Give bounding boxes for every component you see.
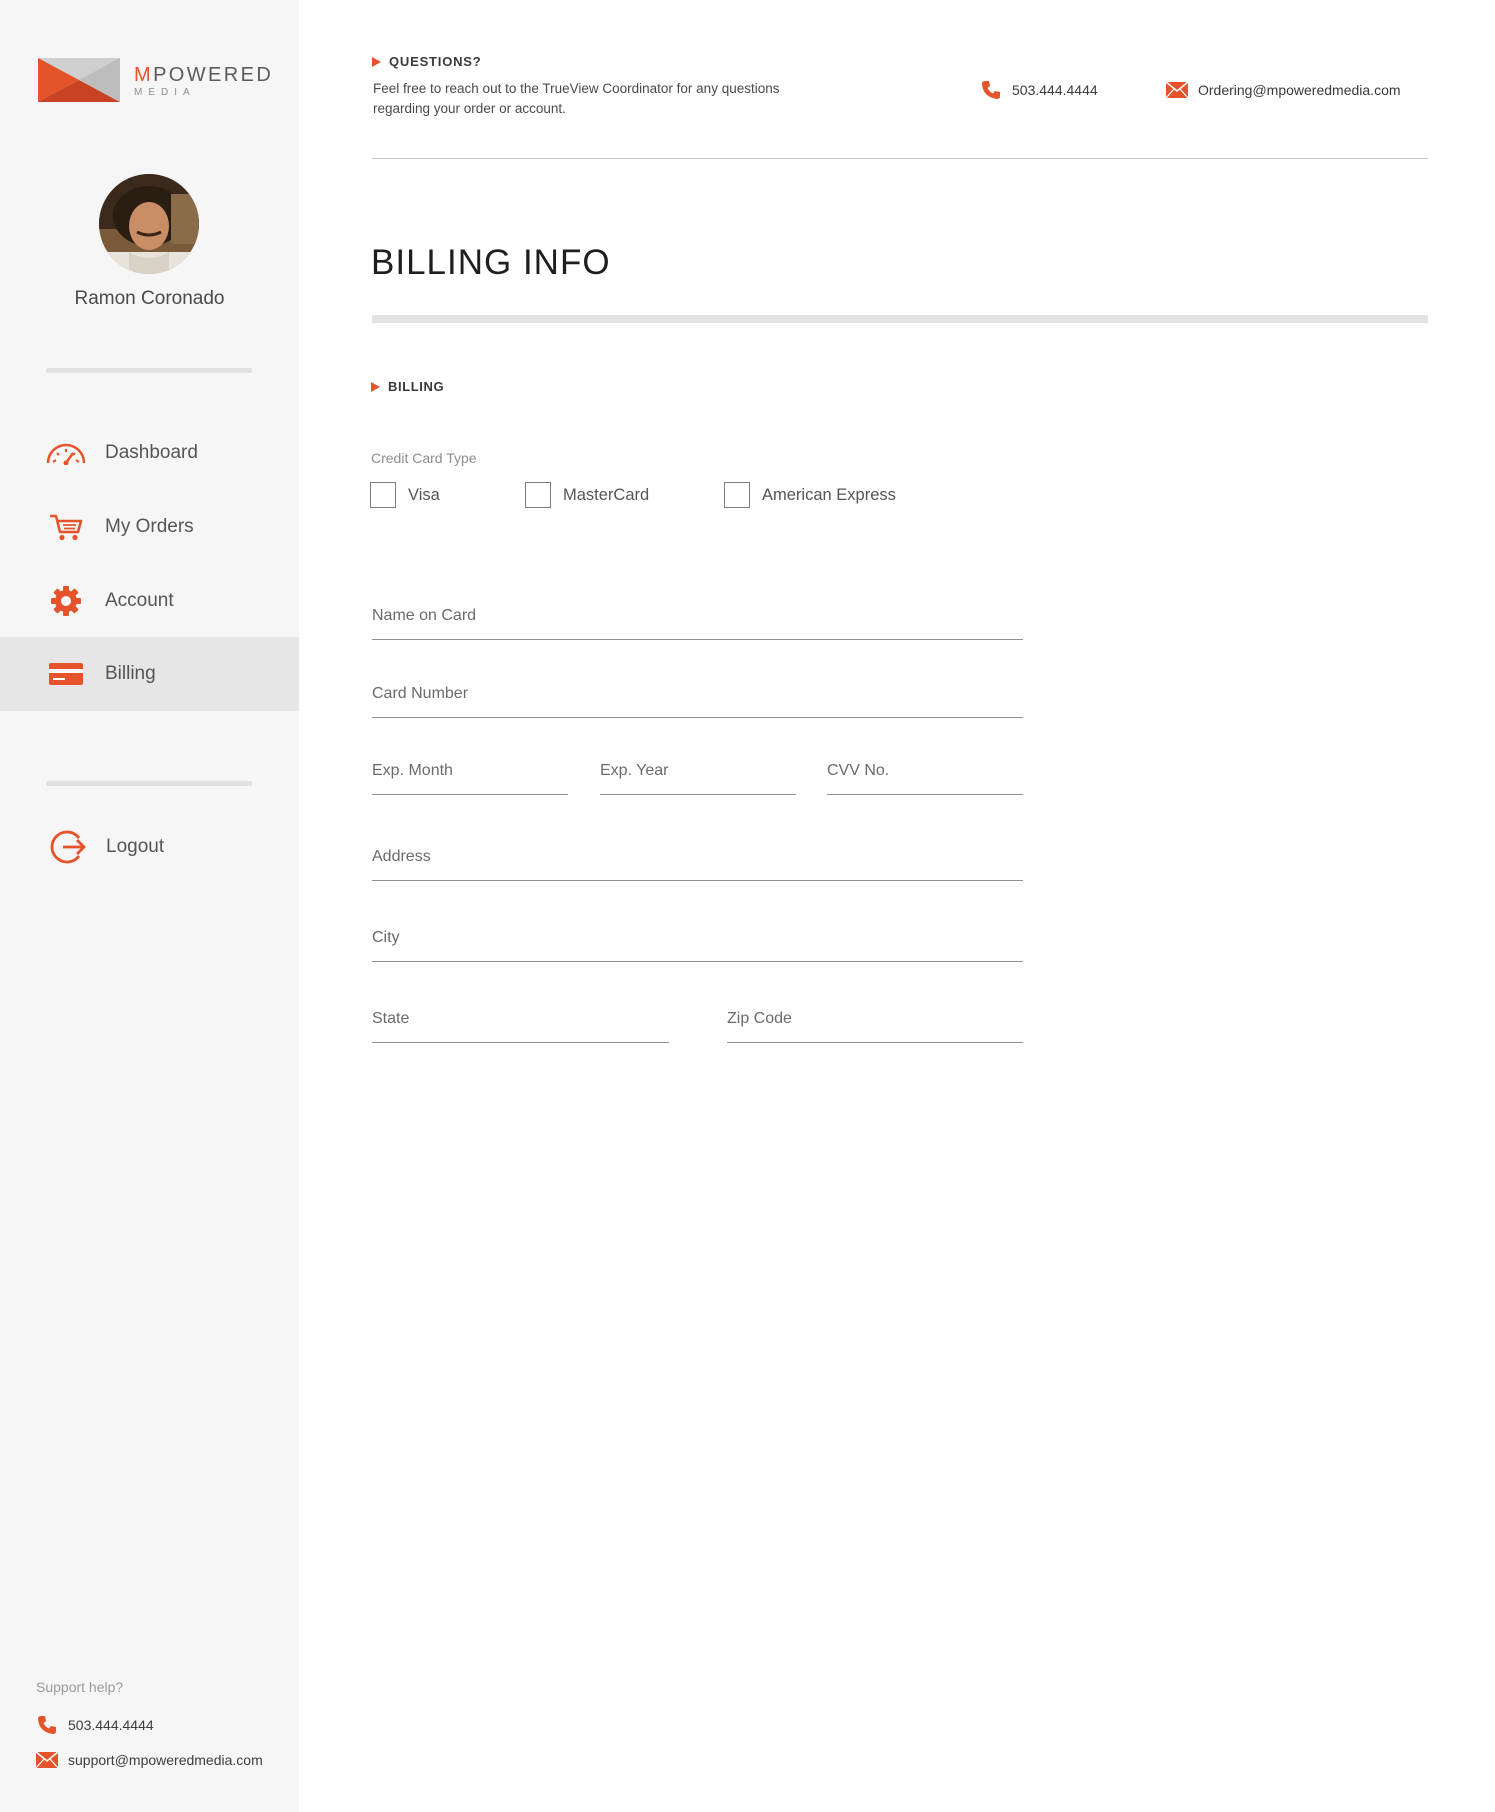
- checkbox-mastercard[interactable]: MasterCard: [525, 482, 649, 508]
- checkbox-visa[interactable]: Visa: [370, 482, 440, 508]
- support-phone-text: 503.444.4444: [68, 1717, 154, 1733]
- header-phone[interactable]: 503.444.4444: [980, 80, 1098, 100]
- address-field[interactable]: [372, 837, 1023, 881]
- sidebar-divider: [46, 368, 252, 373]
- checkbox-label: American Express: [762, 485, 896, 504]
- page-title: BILLING INFO: [371, 243, 611, 282]
- logout-icon: [46, 830, 90, 864]
- questions-text: Feel free to reach out to the TrueView C…: [373, 81, 780, 116]
- sidebar-divider: [46, 781, 252, 786]
- state-input[interactable]: [372, 1010, 669, 1028]
- sidebar-item-account[interactable]: Account: [0, 564, 299, 638]
- header-email-text: Ordering@mpoweredmedia.com: [1198, 82, 1401, 98]
- user-photo: [99, 174, 199, 274]
- city-field[interactable]: [372, 918, 1023, 962]
- support-email-text: support@mpoweredmedia.com: [68, 1752, 263, 1768]
- address-input[interactable]: [372, 848, 1023, 866]
- checkbox-box[interactable]: [724, 482, 750, 508]
- logout-label: Logout: [106, 836, 165, 857]
- card-type-label: Credit Card Type: [371, 450, 477, 466]
- brand-subtitle: MEDIA: [134, 87, 196, 98]
- sidebar-item-billing[interactable]: Billing: [0, 637, 299, 711]
- checkbox-box[interactable]: [370, 482, 396, 508]
- brand-name: MPOWERED: [134, 64, 274, 86]
- state-field[interactable]: [372, 999, 669, 1043]
- credit-card-icon: [44, 659, 88, 689]
- card-number-input[interactable]: [372, 685, 1023, 703]
- header-phone-text: 503.444.4444: [1012, 82, 1098, 98]
- sidebar-item-label: Dashboard: [105, 442, 198, 463]
- sidebar: MPOWERED MEDIA Ramon Coronado Dashboard: [0, 0, 299, 1812]
- exp-year-input[interactable]: [600, 762, 796, 780]
- logo-mark-icon: [38, 58, 120, 102]
- user-name: Ramon Coronado: [74, 288, 225, 309]
- card-number-field[interactable]: [372, 674, 1023, 718]
- title-divider: [372, 315, 1428, 323]
- checkbox-box[interactable]: [525, 482, 551, 508]
- avatar[interactable]: [99, 174, 199, 274]
- checkbox-label: MasterCard: [563, 485, 650, 504]
- header-email[interactable]: Ordering@mpoweredmedia.com: [1166, 80, 1401, 100]
- sidebar-item-label: Account: [105, 590, 174, 611]
- checkbox-label: Visa: [408, 485, 440, 504]
- sidebar-item-my-orders[interactable]: My Orders: [0, 490, 299, 564]
- header-divider: [372, 158, 1428, 159]
- name-on-card-input[interactable]: [372, 607, 1023, 625]
- checkbox-american-express[interactable]: American Express: [724, 482, 896, 508]
- triangle-icon: [371, 381, 380, 392]
- phone-icon: [36, 1716, 58, 1734]
- triangle-icon: [372, 56, 381, 67]
- exp-year-field[interactable]: [600, 751, 796, 795]
- logout-button[interactable]: Logout: [0, 810, 299, 884]
- support-email[interactable]: support@mpoweredmedia.com: [36, 1751, 263, 1769]
- support-title: Support help?: [36, 1679, 124, 1695]
- speedometer-icon: [44, 438, 88, 468]
- questions-title: QUESTIONS?: [372, 54, 482, 69]
- gear-icon: [44, 586, 88, 616]
- exp-month-field[interactable]: [372, 751, 568, 795]
- support-phone[interactable]: 503.444.4444: [36, 1716, 154, 1734]
- sidebar-item-label: Billing: [105, 663, 156, 684]
- brand-logo[interactable]: MPOWERED MEDIA: [38, 58, 271, 106]
- city-input[interactable]: [372, 929, 1023, 947]
- name-on-card-field[interactable]: [372, 596, 1023, 640]
- mail-icon: [1166, 80, 1188, 100]
- sidebar-item-label: My Orders: [105, 516, 194, 537]
- zip-code-input[interactable]: [727, 1010, 1023, 1028]
- cart-icon: [44, 512, 88, 542]
- mail-icon: [36, 1751, 58, 1769]
- phone-icon: [980, 80, 1002, 100]
- cvv-field[interactable]: [827, 751, 1023, 795]
- sidebar-item-dashboard[interactable]: Dashboard: [0, 416, 299, 490]
- section-label: BILLING: [371, 379, 444, 394]
- zip-code-field[interactable]: [727, 999, 1023, 1043]
- exp-month-input[interactable]: [372, 762, 568, 780]
- cvv-input[interactable]: [827, 762, 1023, 780]
